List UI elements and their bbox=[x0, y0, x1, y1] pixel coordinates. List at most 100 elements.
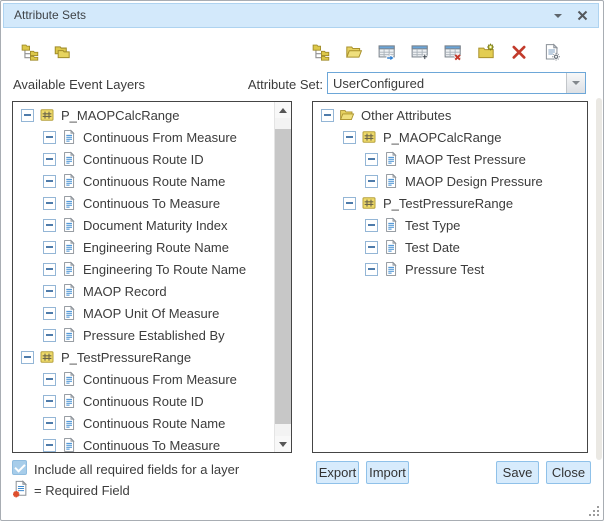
tree-collapse-box[interactable] bbox=[365, 175, 378, 188]
tree-collapse-box[interactable] bbox=[343, 197, 356, 210]
tree-item-label: Test Date bbox=[405, 240, 460, 255]
tree-collapse-box[interactable] bbox=[43, 307, 56, 320]
tree-collapse-box[interactable] bbox=[43, 373, 56, 386]
tree-collapse-box[interactable] bbox=[365, 241, 378, 254]
tree-item[interactable]: Continuous To Measure bbox=[13, 434, 291, 453]
tree-item[interactable]: Continuous To Measure bbox=[13, 192, 291, 214]
tree-item[interactable]: Continuous From Measure bbox=[13, 368, 291, 390]
window-title: Attribute Sets bbox=[14, 4, 86, 27]
tree-item[interactable]: Continuous From Measure bbox=[13, 126, 291, 148]
tree-item[interactable]: MAOP Design Pressure bbox=[313, 170, 587, 192]
field-icon bbox=[383, 173, 399, 189]
layer-icon bbox=[361, 195, 377, 211]
tree-collapse-box[interactable] bbox=[43, 241, 56, 254]
minus-icon bbox=[46, 444, 53, 446]
attribute-set-combobox[interactable]: UserConfigured bbox=[327, 72, 586, 94]
tree-collapse-box[interactable] bbox=[43, 285, 56, 298]
tree-item[interactable]: P_TestPressureRange bbox=[13, 346, 291, 368]
tree-collapse-box[interactable] bbox=[43, 131, 56, 144]
tree-item[interactable]: P_TestPressureRange bbox=[313, 192, 587, 214]
tree-collapse-box[interactable] bbox=[365, 263, 378, 276]
tree-item[interactable]: Document Maturity Index bbox=[13, 214, 291, 236]
minus-icon bbox=[46, 224, 53, 226]
tree-collapse-box[interactable] bbox=[21, 109, 34, 122]
tree-collapse-box[interactable] bbox=[43, 417, 56, 430]
tree-collapse-box[interactable] bbox=[43, 329, 56, 342]
include-required-fields-checkbox[interactable] bbox=[12, 460, 27, 475]
tree-collapse-box[interactable] bbox=[43, 219, 56, 232]
tree-item[interactable]: P_MAOPCalcRange bbox=[13, 104, 291, 126]
field-icon bbox=[61, 217, 77, 233]
toolbar-left bbox=[21, 43, 71, 61]
tree-item[interactable]: MAOP Record bbox=[13, 280, 291, 302]
scroll-up-button[interactable] bbox=[275, 102, 291, 118]
save-button[interactable]: Save bbox=[496, 461, 539, 484]
delete-button[interactable] bbox=[510, 43, 528, 61]
tree-item-label: Document Maturity Index bbox=[83, 218, 228, 233]
tree-collapse-box[interactable] bbox=[43, 175, 56, 188]
close-button[interactable] bbox=[575, 4, 590, 27]
export-button[interactable]: Export bbox=[316, 461, 359, 484]
close-dialog-button[interactable]: Close bbox=[546, 461, 591, 484]
tree-collapse-box[interactable] bbox=[343, 131, 356, 144]
resize-grip[interactable] bbox=[587, 504, 600, 517]
tree-item[interactable]: MAOP Test Pressure bbox=[313, 148, 587, 170]
field-icon bbox=[61, 261, 77, 277]
open-folder-button[interactable] bbox=[345, 43, 363, 61]
tree-collapse-box[interactable] bbox=[43, 439, 56, 452]
tree-collapse-box[interactable] bbox=[321, 109, 334, 122]
tree-item-label: MAOP Design Pressure bbox=[405, 174, 543, 189]
add-table-button[interactable] bbox=[411, 43, 429, 61]
tree-item-label: Test Type bbox=[405, 218, 460, 233]
folder-icon bbox=[339, 107, 355, 123]
titlebar: Attribute Sets bbox=[3, 3, 599, 28]
tree-item[interactable]: MAOP Unit Of Measure bbox=[13, 302, 291, 324]
tree-item[interactable]: Other Attributes bbox=[313, 104, 587, 126]
left-panel-scrollbar[interactable] bbox=[274, 102, 291, 452]
tree-item[interactable]: Engineering Route Name bbox=[13, 236, 291, 258]
field-icon bbox=[61, 415, 77, 431]
tree-item[interactable]: Continuous Route Name bbox=[13, 412, 291, 434]
field-icon bbox=[61, 283, 77, 299]
properties-button[interactable] bbox=[543, 43, 561, 61]
minus-icon bbox=[368, 180, 375, 182]
tree-collapse-box[interactable] bbox=[43, 197, 56, 210]
titlebar-menu-button[interactable] bbox=[551, 4, 565, 27]
attribute-set-tree-button[interactable] bbox=[312, 43, 330, 61]
folders-icon bbox=[53, 43, 71, 61]
tree-collapse-box[interactable] bbox=[365, 153, 378, 166]
arrow-down-icon bbox=[279, 442, 287, 447]
export-table-button[interactable] bbox=[378, 43, 396, 61]
import-button[interactable]: Import bbox=[366, 461, 409, 484]
red-x-icon bbox=[510, 43, 528, 61]
minus-icon bbox=[346, 136, 353, 138]
attribute-set-dropdown-button[interactable] bbox=[566, 73, 585, 93]
remove-table-button[interactable] bbox=[444, 43, 462, 61]
tree-item[interactable]: Pressure Established By bbox=[13, 324, 291, 346]
field-icon bbox=[61, 327, 77, 343]
tree-item[interactable]: Test Date bbox=[313, 236, 587, 258]
new-attribute-set-tree-button[interactable] bbox=[21, 43, 39, 61]
tree-collapse-box[interactable] bbox=[43, 395, 56, 408]
check-icon bbox=[14, 461, 25, 472]
tree-item[interactable]: Continuous Route Name bbox=[13, 170, 291, 192]
tree-item[interactable]: Pressure Test bbox=[313, 258, 587, 280]
tree-item[interactable]: Engineering To Route Name bbox=[13, 258, 291, 280]
arrow-up-icon bbox=[279, 108, 287, 113]
tree-item[interactable]: P_MAOPCalcRange bbox=[313, 126, 587, 148]
new-folder-button[interactable] bbox=[477, 43, 495, 61]
tree-collapse-box[interactable] bbox=[365, 219, 378, 232]
field-icon bbox=[61, 305, 77, 321]
tree-collapse-box[interactable] bbox=[43, 263, 56, 276]
tree-item-label: Continuous To Measure bbox=[83, 438, 220, 453]
scroll-down-button[interactable] bbox=[275, 436, 291, 452]
field-icon bbox=[61, 195, 77, 211]
tree-item[interactable]: Continuous Route ID bbox=[13, 148, 291, 170]
scrollbar-thumb[interactable] bbox=[275, 129, 291, 424]
tree-collapse-box[interactable] bbox=[21, 351, 34, 364]
tree-collapse-box[interactable] bbox=[43, 153, 56, 166]
tree-item[interactable]: Test Type bbox=[313, 214, 587, 236]
tree-item[interactable]: Continuous Route ID bbox=[13, 390, 291, 412]
tree-item-label: Engineering Route Name bbox=[83, 240, 229, 255]
folders-button[interactable] bbox=[53, 43, 71, 61]
